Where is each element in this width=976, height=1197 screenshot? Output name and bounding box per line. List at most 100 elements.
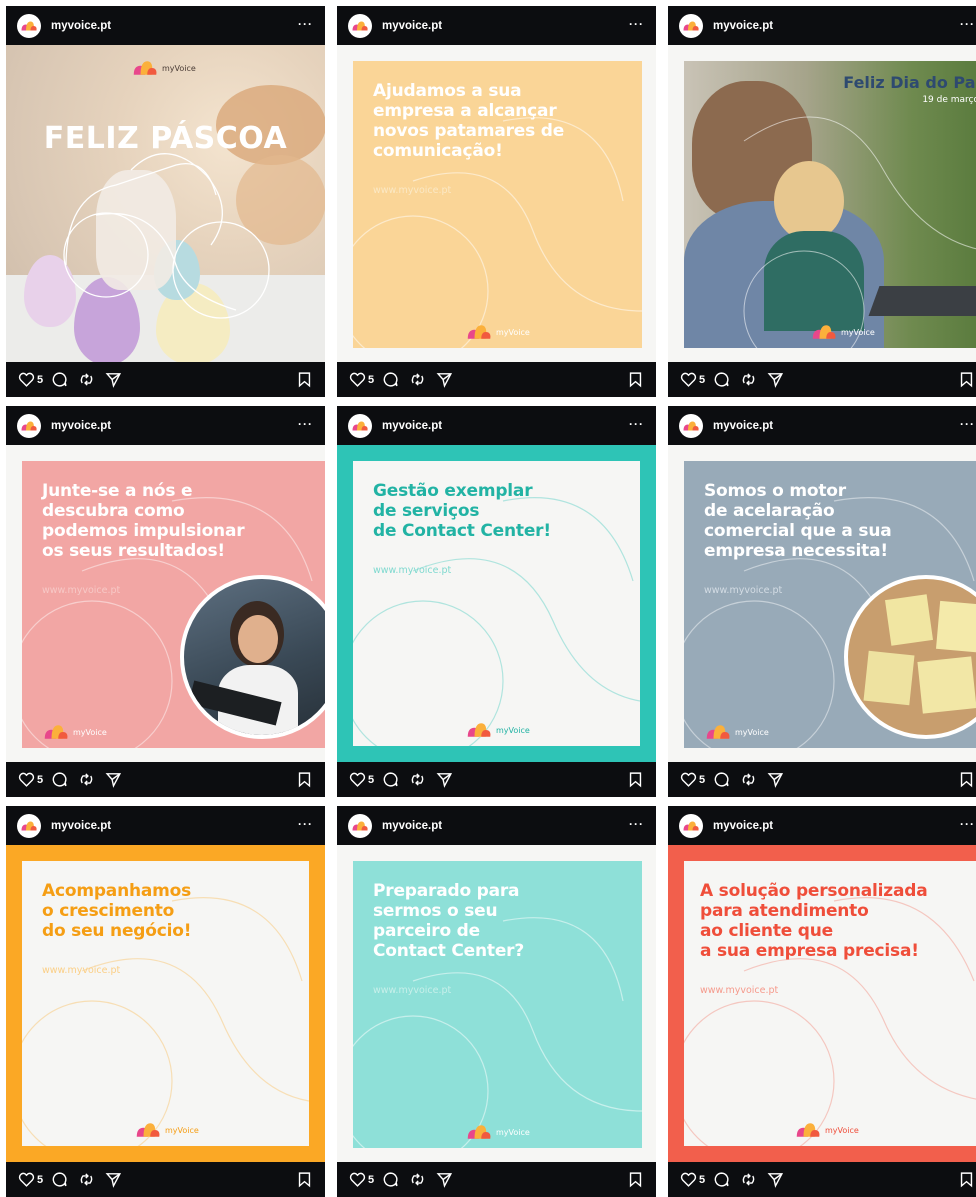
design-panel: Acompanhamos o crescimento do seu negóci… [22, 861, 309, 1146]
share-button[interactable] [767, 371, 784, 388]
post-image[interactable]: Junte-se a nós e descubra como podemos i… [6, 445, 325, 762]
repost-button[interactable] [78, 371, 95, 388]
like-button[interactable]: 5 [349, 371, 374, 388]
more-icon[interactable]: ··· [629, 17, 644, 31]
username[interactable]: myvoice.pt [382, 820, 442, 832]
more-icon[interactable]: ··· [960, 17, 975, 31]
avatar[interactable] [679, 813, 703, 838]
save-button[interactable] [958, 371, 975, 388]
comment-button[interactable] [51, 1171, 68, 1188]
share-button[interactable] [767, 1171, 784, 1188]
heart-icon [680, 772, 697, 787]
like-button[interactable]: 5 [680, 771, 705, 788]
like-button[interactable]: 5 [680, 371, 705, 388]
post-card[interactable]: myvoice.pt ··· Gestão exemplar de serviç… [337, 406, 656, 797]
username[interactable]: myvoice.pt [713, 20, 773, 32]
post-card[interactable]: myvoice.pt ··· Acompanhamos o cresciment… [6, 806, 325, 1197]
brand-logo: myVoice [465, 323, 530, 341]
repost-button[interactable] [409, 1171, 426, 1188]
more-icon[interactable]: ··· [960, 817, 975, 831]
repost-button[interactable] [740, 1171, 757, 1188]
save-button[interactable] [296, 771, 313, 788]
save-button[interactable] [296, 1171, 313, 1188]
post-url: www.myvoice.pt [42, 585, 121, 596]
more-icon[interactable]: ··· [629, 417, 644, 431]
more-icon[interactable]: ··· [298, 417, 313, 431]
post-card[interactable]: myvoice.pt ··· Feliz Dia do Pai 19 de ma… [668, 6, 976, 397]
share-button[interactable] [105, 1171, 122, 1188]
repost-button[interactable] [740, 771, 757, 788]
post-image[interactable]: Ajudamos a sua empresa a alcançar novos … [337, 45, 656, 362]
avatar[interactable] [348, 813, 372, 838]
post-card[interactable]: myvoice.pt ··· myVoice FELIZ PÁSCOA 5 [6, 6, 325, 397]
save-button[interactable] [958, 771, 975, 788]
more-icon[interactable]: ··· [298, 817, 313, 831]
share-button[interactable] [436, 771, 453, 788]
post-image[interactable]: A solução personalizada para atendimento… [668, 845, 976, 1162]
repost-button[interactable] [409, 771, 426, 788]
more-icon[interactable]: ··· [629, 817, 644, 831]
post-card[interactable]: myvoice.pt ··· Preparado para sermos o s… [337, 806, 656, 1197]
username[interactable]: myvoice.pt [51, 420, 111, 432]
like-button[interactable]: 5 [680, 1171, 705, 1188]
post-headline: A solução personalizada para atendimento… [700, 881, 928, 961]
avatar[interactable] [679, 413, 703, 438]
post-card[interactable]: myvoice.pt ··· Somos o motor de acelaraç… [668, 406, 976, 797]
comment-button[interactable] [382, 771, 399, 788]
avatar[interactable] [17, 13, 41, 38]
repost-button[interactable] [409, 371, 426, 388]
more-icon[interactable]: ··· [298, 17, 313, 31]
repost-button[interactable] [78, 1171, 95, 1188]
comment-icon [714, 772, 729, 787]
share-button[interactable] [436, 1171, 453, 1188]
like-button[interactable]: 5 [349, 1171, 374, 1188]
share-button[interactable] [105, 771, 122, 788]
post-image[interactable]: Gestão exemplar de serviços de Contact C… [337, 445, 656, 762]
repost-icon [742, 1173, 755, 1186]
save-button[interactable] [627, 371, 644, 388]
share-button[interactable] [436, 371, 453, 388]
avatar[interactable] [679, 13, 703, 38]
username[interactable]: myvoice.pt [382, 20, 442, 32]
username[interactable]: myvoice.pt [382, 420, 442, 432]
avatar[interactable] [348, 13, 372, 38]
more-icon[interactable]: ··· [960, 417, 975, 431]
like-button[interactable]: 5 [18, 771, 43, 788]
post-image[interactable]: Preparado para sermos o seu parceiro de … [337, 845, 656, 1162]
username[interactable]: myvoice.pt [713, 820, 773, 832]
like-button[interactable]: 5 [18, 371, 43, 388]
save-button[interactable] [627, 1171, 644, 1188]
post-card[interactable]: myvoice.pt ··· Junte-se a nós e descubra… [6, 406, 325, 797]
post-image[interactable]: Acompanhamos o crescimento do seu negóci… [6, 845, 325, 1162]
post-card[interactable]: myvoice.pt ··· A solução personalizada p… [668, 806, 976, 1197]
username[interactable]: myvoice.pt [51, 20, 111, 32]
post-image[interactable]: Somos o motor de acelaração comercial qu… [668, 445, 976, 762]
repost-button[interactable] [78, 771, 95, 788]
comment-button[interactable] [51, 371, 68, 388]
like-button[interactable]: 5 [18, 1171, 43, 1188]
brand-logo: myVoice [465, 721, 530, 739]
share-button[interactable] [767, 771, 784, 788]
avatar[interactable] [17, 813, 41, 838]
username[interactable]: myvoice.pt [713, 420, 773, 432]
comment-button[interactable] [51, 771, 68, 788]
like-button[interactable]: 5 [349, 771, 374, 788]
repost-button[interactable] [740, 371, 757, 388]
post-card[interactable]: myvoice.pt ··· Ajudamos a sua empresa a … [337, 6, 656, 397]
share-button[interactable] [105, 371, 122, 388]
username[interactable]: myvoice.pt [51, 820, 111, 832]
save-button[interactable] [958, 1171, 975, 1188]
post-image[interactable]: myVoice FELIZ PÁSCOA [6, 45, 325, 362]
comment-button[interactable] [713, 1171, 730, 1188]
comment-button[interactable] [713, 771, 730, 788]
like-count: 5 [699, 773, 706, 786]
comment-button[interactable] [382, 371, 399, 388]
post-header: myvoice.pt ··· [6, 406, 325, 445]
comment-button[interactable] [713, 371, 730, 388]
avatar[interactable] [348, 413, 372, 438]
save-button[interactable] [296, 371, 313, 388]
post-image[interactable]: Feliz Dia do Pai 19 de março myVoice [668, 45, 976, 362]
save-button[interactable] [627, 771, 644, 788]
avatar[interactable] [17, 413, 41, 438]
comment-button[interactable] [382, 1171, 399, 1188]
